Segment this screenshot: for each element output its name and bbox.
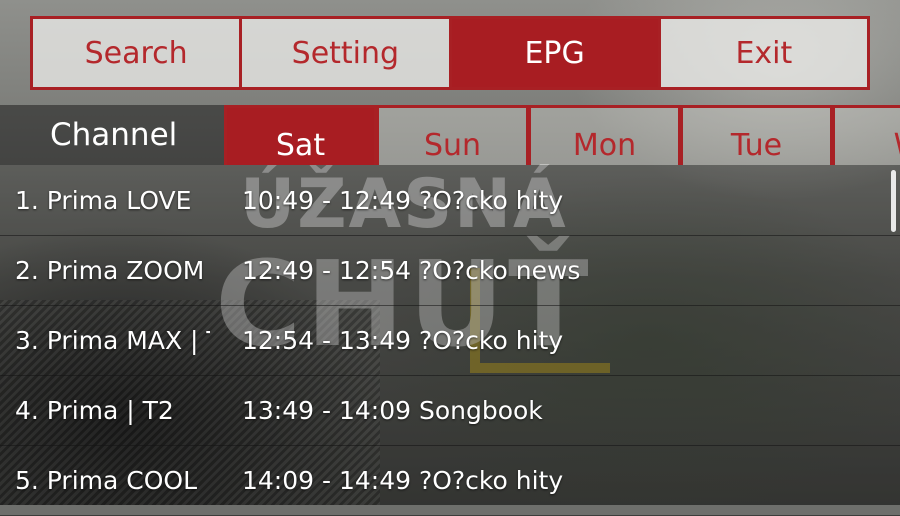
tab-sun[interactable]: Sun (376, 105, 529, 165)
scrollbar[interactable] (891, 170, 896, 232)
list-item[interactable]: 4. Prima | T2 13:49 - 14:09 Songbook (0, 375, 900, 446)
channel-name: 1. Prima LOVE (15, 185, 192, 215)
day-tabs: Sat Sun Mon Tue W (224, 105, 900, 165)
program-info: 13:49 - 14:09 Songbook (242, 395, 543, 425)
program-info: 12:54 - 13:49 ?O?cko hity (242, 325, 564, 355)
program-info: 10:49 - 12:49 ?O?cko hity (242, 185, 564, 215)
tab-tue[interactable]: Tue (680, 105, 833, 165)
channel-header: Channel (0, 105, 225, 165)
list-item[interactable]: 1. Prima LOVE 10:49 - 12:49 ?O?cko hity (0, 165, 900, 236)
channel-name: 2. Prima ZOOM (15, 255, 205, 285)
search-button[interactable]: Search (30, 16, 243, 90)
channel-name: 5. Prima COOL (15, 465, 198, 495)
exit-button[interactable]: Exit (657, 16, 870, 90)
list-item[interactable]: 2. Prima ZOOM 12:49 - 12:54 ?O?cko news (0, 235, 900, 306)
list-item[interactable]: 5. Prima COOL 14:09 - 14:49 ?O?cko hity (0, 445, 900, 516)
tab-wed[interactable]: W (832, 105, 900, 165)
channel-name: 3. Prima MAX | T2 (15, 325, 210, 355)
top-menu: Search Setting EPG Exit (30, 16, 870, 90)
list-item[interactable]: 3. Prima MAX | T2 12:54 - 13:49 ?O?cko h… (0, 305, 900, 376)
day-selector: Channel Sat Sun Mon Tue W (0, 105, 900, 165)
channel-list: 1. Prima LOVE 10:49 - 12:49 ?O?cko hity … (0, 165, 900, 516)
tab-mon[interactable]: Mon (528, 105, 681, 165)
program-info: 14:09 - 14:49 ?O?cko hity (242, 465, 564, 495)
channel-name: 4. Prima | T2 (15, 395, 174, 425)
tab-sat[interactable]: Sat (224, 105, 377, 165)
epg-button[interactable]: EPG (448, 16, 661, 90)
setting-button[interactable]: Setting (239, 16, 452, 90)
program-info: 12:49 - 12:54 ?O?cko news (242, 255, 581, 285)
